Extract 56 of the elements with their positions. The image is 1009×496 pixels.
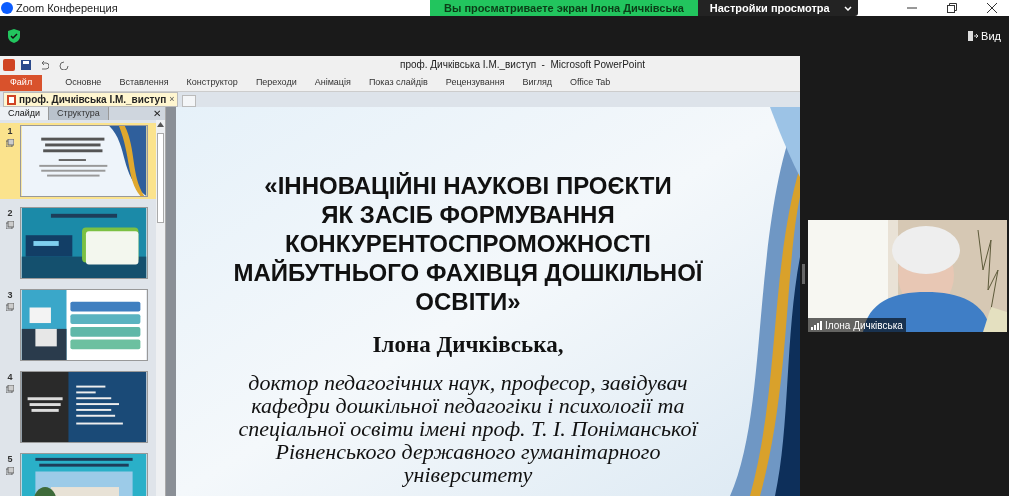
participant-name: Ілона Дичківська (825, 318, 903, 332)
ribbon-tab[interactable]: Конструктор (177, 75, 247, 91)
signal-icon (811, 320, 822, 330)
transition-icon (6, 302, 14, 311)
file-tab[interactable]: Файл (0, 75, 43, 91)
save-icon[interactable] (21, 59, 31, 70)
ribbon-tab[interactable]: Office Tab (561, 75, 620, 91)
close-tab-button[interactable]: × (169, 92, 175, 107)
splitter-handle[interactable] (802, 264, 805, 284)
transition-icon (6, 138, 14, 147)
zoom-logo-icon (1, 2, 13, 14)
restore-icon[interactable] (947, 3, 957, 13)
slide-number: 5 (7, 453, 13, 466)
scroll-up-icon[interactable] (157, 122, 164, 127)
undo-icon[interactable] (39, 59, 49, 70)
slide-number: 1 (7, 125, 13, 138)
shield-icon[interactable] (8, 29, 20, 43)
ribbon-tab[interactable]: Анімація (305, 75, 360, 91)
slide-number: 2 (7, 207, 13, 220)
view-settings-button[interactable]: Настройки просмотра (697, 0, 858, 16)
slide-subtitle: доктор педагогічних наук, професор, завідувач кафедри дошкільної педагогіки і психології та спеціальної освіти імені проф. Т. І. Поніманської Рівненського державного гуманітарного університету (238, 370, 698, 486)
pane-tab[interactable]: Слайди (0, 107, 50, 120)
transition-icon (6, 384, 14, 393)
powerpoint-logo-icon (3, 58, 15, 71)
exit-icon (968, 31, 979, 41)
slide-author: Ілона Дичківська, (372, 331, 564, 359)
share-banner: Вы просматриваете экран Ілона Дичківська (430, 0, 698, 16)
ribbon-tab[interactable]: Вставлення (110, 75, 178, 91)
ribbon-tab[interactable]: Переходи (246, 75, 306, 91)
ribbon-tab[interactable]: Вигляд (513, 75, 561, 91)
window-title: Zoom Конференция (16, 0, 118, 16)
document-icon (7, 94, 16, 105)
document-tab[interactable]: проф. Дичківська І.М._виступ × (3, 92, 179, 107)
close-pane-button[interactable]: ✕ (153, 107, 161, 120)
pane-tab[interactable]: Структура (49, 107, 109, 120)
slide-thumbnail[interactable] (20, 207, 148, 279)
close-icon[interactable] (987, 3, 997, 13)
window-title: проф. Дичківська І.М._виступ - Microsoft PowerPoint (400, 58, 645, 72)
slide-thumbnail[interactable] (20, 125, 148, 197)
transition-icon (6, 466, 14, 475)
slide-thumbnail[interactable] (20, 289, 148, 361)
ribbon-tab[interactable]: Основне (56, 75, 111, 91)
slide-number: 3 (7, 289, 13, 302)
scroll-thumb[interactable] (157, 133, 164, 223)
slide-number: 4 (7, 371, 13, 384)
ribbon-tab[interactable]: Показ слайдів (359, 75, 437, 91)
transition-icon (6, 220, 14, 229)
ribbon-tab[interactable]: Рецензування (436, 75, 514, 91)
chevron-icon (843, 5, 852, 11)
thumbnail-selection[interactable]: 1 (0, 123, 156, 199)
scrollbar[interactable] (156, 120, 165, 496)
slide-title: «ІННОВАЦІЙНІ НАУКОВІ ПРОЄКТИ ЯК ЗАСІБ ФОРМУВАННЯ КОНКУРЕНТОСПРОМОЖНОСТІ МАЙБУТНЬОГО ФАХІВЦЯ ДОШКІЛЬНОЇ ОСВІТИ» (233, 171, 703, 316)
slide-thumbnail[interactable] (20, 371, 148, 443)
tab-label: проф. Дичківська І.М._виступ (19, 93, 167, 107)
view-button[interactable]: Вид (968, 27, 1001, 45)
redo-icon[interactable] (59, 59, 69, 70)
